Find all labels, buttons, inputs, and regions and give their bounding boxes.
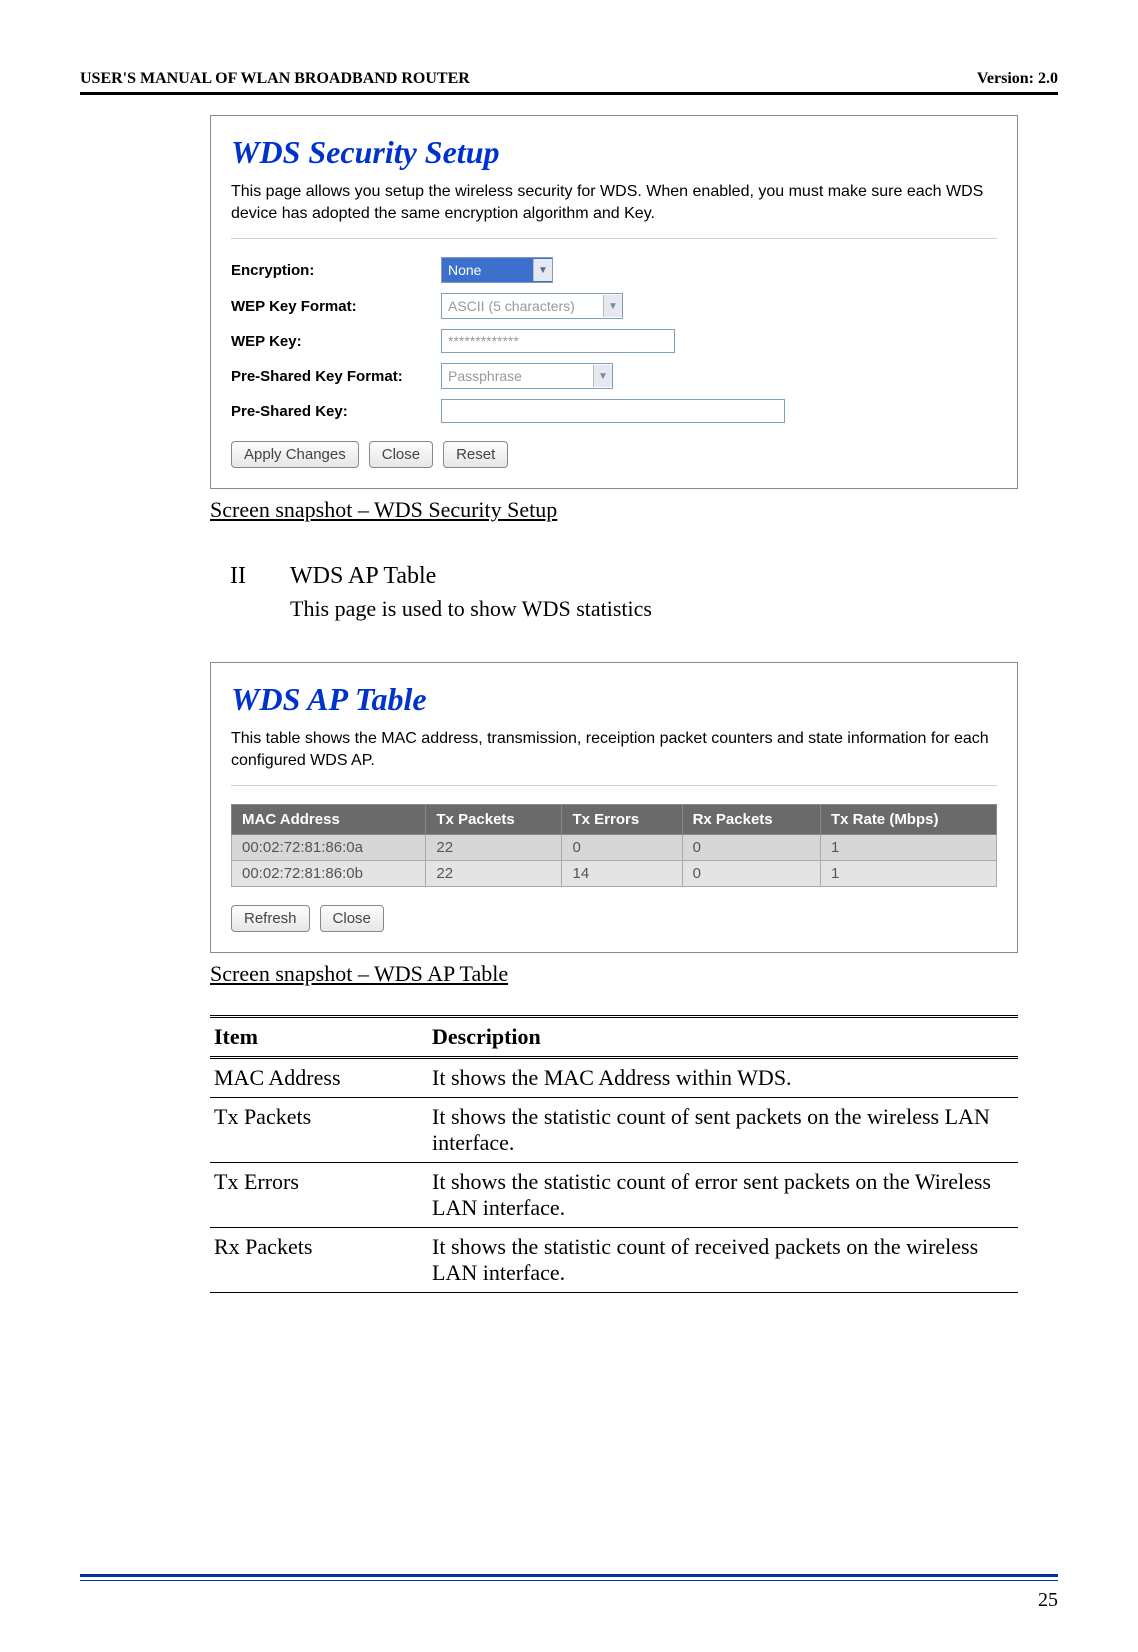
panel2-desc: This table shows the MAC address, transm… <box>231 728 997 786</box>
cell-mac: 00:02:72:81:86:0b <box>232 861 426 887</box>
page-header: USER'S MANUAL OF WLAN BROADBAND ROUTER V… <box>80 70 1058 95</box>
header-right: Version: 2.0 <box>977 70 1058 88</box>
caption-security: Screen snapshot – WDS Security Setup <box>210 497 1018 523</box>
wep-key-value: ************* <box>448 333 519 349</box>
cell-rate: 1 <box>820 861 996 887</box>
encryption-value: None <box>442 258 533 282</box>
cell-rxp: 0 <box>682 861 820 887</box>
table-row: MAC Address It shows the MAC Address wit… <box>210 1058 1018 1098</box>
close-button[interactable]: Close <box>369 441 433 468</box>
label-wep-key: WEP Key: <box>231 333 441 350</box>
section-number: II <box>210 563 290 590</box>
wds-ap-table-panel: WDS AP Table This table shows the MAC ad… <box>210 662 1018 953</box>
desc-item: MAC Address <box>210 1058 428 1098</box>
desc-item: Tx Errors <box>210 1163 428 1228</box>
reset-button[interactable]: Reset <box>443 441 508 468</box>
wds-security-panel: WDS Security Setup This page allows you … <box>210 115 1018 489</box>
cell-txe: 0 <box>562 835 682 861</box>
desc-text: It shows the MAC Address within WDS. <box>428 1058 1018 1098</box>
section-desc: This page is used to show WDS statistics <box>290 596 1018 622</box>
label-encryption: Encryption: <box>231 262 441 279</box>
page-number: 25 <box>80 1589 1058 1612</box>
panel1-desc: This page allows you setup the wireless … <box>231 181 997 239</box>
section-heading: II WDS AP Table <box>210 563 1018 590</box>
desc-head-desc: Description <box>428 1017 1018 1058</box>
desc-item: Rx Packets <box>210 1228 428 1293</box>
wep-key-input[interactable]: ************* <box>441 329 675 353</box>
table-row: Rx Packets It shows the statistic count … <box>210 1228 1018 1293</box>
cell-txp: 22 <box>426 835 562 861</box>
apply-changes-button[interactable]: Apply Changes <box>231 441 359 468</box>
label-wep-format: WEP Key Format: <box>231 298 441 315</box>
panel2-title: WDS AP Table <box>231 681 997 718</box>
col-rate: Tx Rate (Mbps) <box>820 805 996 835</box>
wds-ap-table: MAC Address Tx Packets Tx Errors Rx Pack… <box>231 804 997 887</box>
desc-head-item: Item <box>210 1017 428 1058</box>
chevron-down-icon: ▼ <box>603 295 622 317</box>
col-txp: Tx Packets <box>426 805 562 835</box>
col-rxp: Rx Packets <box>682 805 820 835</box>
cell-rxp: 0 <box>682 835 820 861</box>
cell-mac: 00:02:72:81:86:0a <box>232 835 426 861</box>
desc-text: It shows the statistic count of sent pac… <box>428 1098 1018 1163</box>
table-row: 00:02:72:81:86:0b 22 14 0 1 <box>232 861 997 887</box>
psk-format-value: Passphrase <box>442 364 593 388</box>
label-psk-format: Pre-Shared Key Format: <box>231 368 441 385</box>
section-title: WDS AP Table <box>290 563 436 590</box>
table-row: Tx Packets It shows the statistic count … <box>210 1098 1018 1163</box>
page-footer: 25 <box>80 1574 1058 1612</box>
wep-format-value: ASCII (5 characters) <box>442 294 603 318</box>
description-table: Item Description MAC Address It shows th… <box>210 1015 1018 1293</box>
wep-format-select[interactable]: ASCII (5 characters) ▼ <box>441 293 623 319</box>
psk-input[interactable] <box>441 399 785 423</box>
cell-txp: 22 <box>426 861 562 887</box>
encryption-select[interactable]: None ▼ <box>441 257 553 283</box>
chevron-down-icon: ▼ <box>593 365 612 387</box>
close-button[interactable]: Close <box>320 905 384 932</box>
table-row: Tx Errors It shows the statistic count o… <box>210 1163 1018 1228</box>
cell-txe: 14 <box>562 861 682 887</box>
label-psk: Pre-Shared Key: <box>231 403 441 420</box>
col-txe: Tx Errors <box>562 805 682 835</box>
cell-rate: 1 <box>820 835 996 861</box>
col-mac: MAC Address <box>232 805 426 835</box>
desc-text: It shows the statistic count of error se… <box>428 1163 1018 1228</box>
panel1-title: WDS Security Setup <box>231 134 997 171</box>
header-left: USER'S MANUAL OF WLAN BROADBAND ROUTER <box>80 70 470 88</box>
desc-text: It shows the statistic count of received… <box>428 1228 1018 1293</box>
table-row: 00:02:72:81:86:0a 22 0 0 1 <box>232 835 997 861</box>
caption-ap-table: Screen snapshot – WDS AP Table <box>210 961 1018 987</box>
psk-format-select[interactable]: Passphrase ▼ <box>441 363 613 389</box>
refresh-button[interactable]: Refresh <box>231 905 310 932</box>
chevron-down-icon: ▼ <box>533 259 552 281</box>
desc-item: Tx Packets <box>210 1098 428 1163</box>
